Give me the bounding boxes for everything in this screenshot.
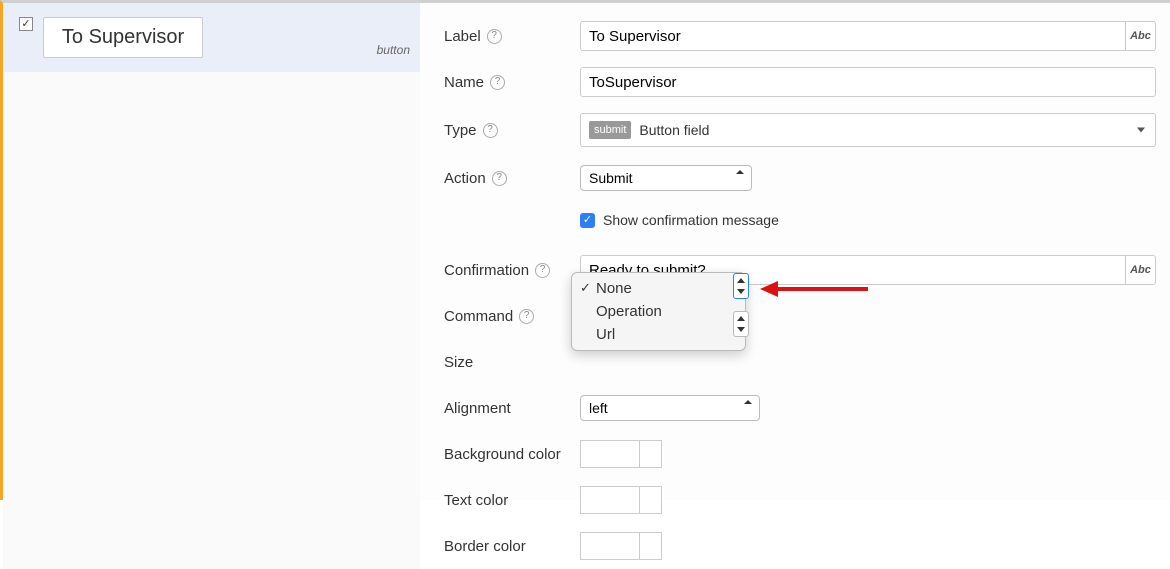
properties-panel: Label ? Abc Name ? Type ?	[420, 0, 1170, 500]
preview-panel: To Supervisor button	[0, 0, 420, 500]
help-icon[interactable]: ?	[492, 171, 507, 186]
border-color-input[interactable]	[580, 532, 662, 560]
command-option-none[interactable]: None	[572, 277, 745, 300]
action-select[interactable]: Submit	[580, 165, 752, 191]
alignment-select[interactable]: left	[580, 395, 760, 421]
type-label: Type ?	[444, 122, 580, 139]
text-color-label: Text color	[444, 492, 580, 509]
bg-color-label: Background color	[444, 446, 580, 463]
action-label: Action ?	[444, 170, 580, 187]
type-select[interactable]: submit Button field	[580, 113, 1156, 147]
name-input[interactable]	[580, 67, 1156, 97]
help-icon[interactable]: ?	[483, 123, 498, 138]
show-confirmation-checkbox[interactable]	[580, 213, 595, 228]
bg-color-input[interactable]	[580, 440, 662, 468]
text-color-input[interactable]	[580, 486, 662, 514]
command-option-url[interactable]: Url	[572, 323, 745, 346]
confirmation-label: Confirmation ?	[444, 262, 580, 279]
preview-selected-checkbox[interactable]	[19, 17, 33, 31]
command-select-stepper[interactable]	[733, 273, 749, 299]
type-badge: submit	[589, 121, 631, 139]
abc-icon[interactable]: Abc	[1126, 255, 1156, 285]
help-icon[interactable]: ?	[487, 29, 502, 44]
help-icon[interactable]: ?	[535, 263, 550, 278]
preview-button[interactable]: To Supervisor	[43, 17, 203, 58]
show-confirmation-label: Show confirmation message	[603, 212, 779, 228]
label-input[interactable]	[580, 21, 1126, 51]
abc-icon[interactable]: Abc	[1126, 21, 1156, 51]
chevron-down-icon	[1137, 128, 1145, 133]
alignment-label: Alignment	[444, 400, 580, 417]
command-dropdown[interactable]: None Operation Url	[571, 272, 746, 351]
annotation-arrow-icon	[760, 277, 870, 301]
name-label: Name ?	[444, 74, 580, 91]
label-label: Label ?	[444, 28, 580, 45]
help-icon[interactable]: ?	[490, 75, 505, 90]
command-option-operation[interactable]: Operation	[572, 300, 745, 323]
help-icon[interactable]: ?	[519, 309, 534, 324]
size-select-stepper[interactable]	[733, 311, 749, 337]
preview-type-tag: button	[377, 43, 410, 57]
command-label: Command ?	[444, 308, 580, 325]
type-value: Button field	[639, 122, 709, 138]
border-color-label: Border color	[444, 538, 580, 555]
size-label: Size	[444, 354, 580, 371]
